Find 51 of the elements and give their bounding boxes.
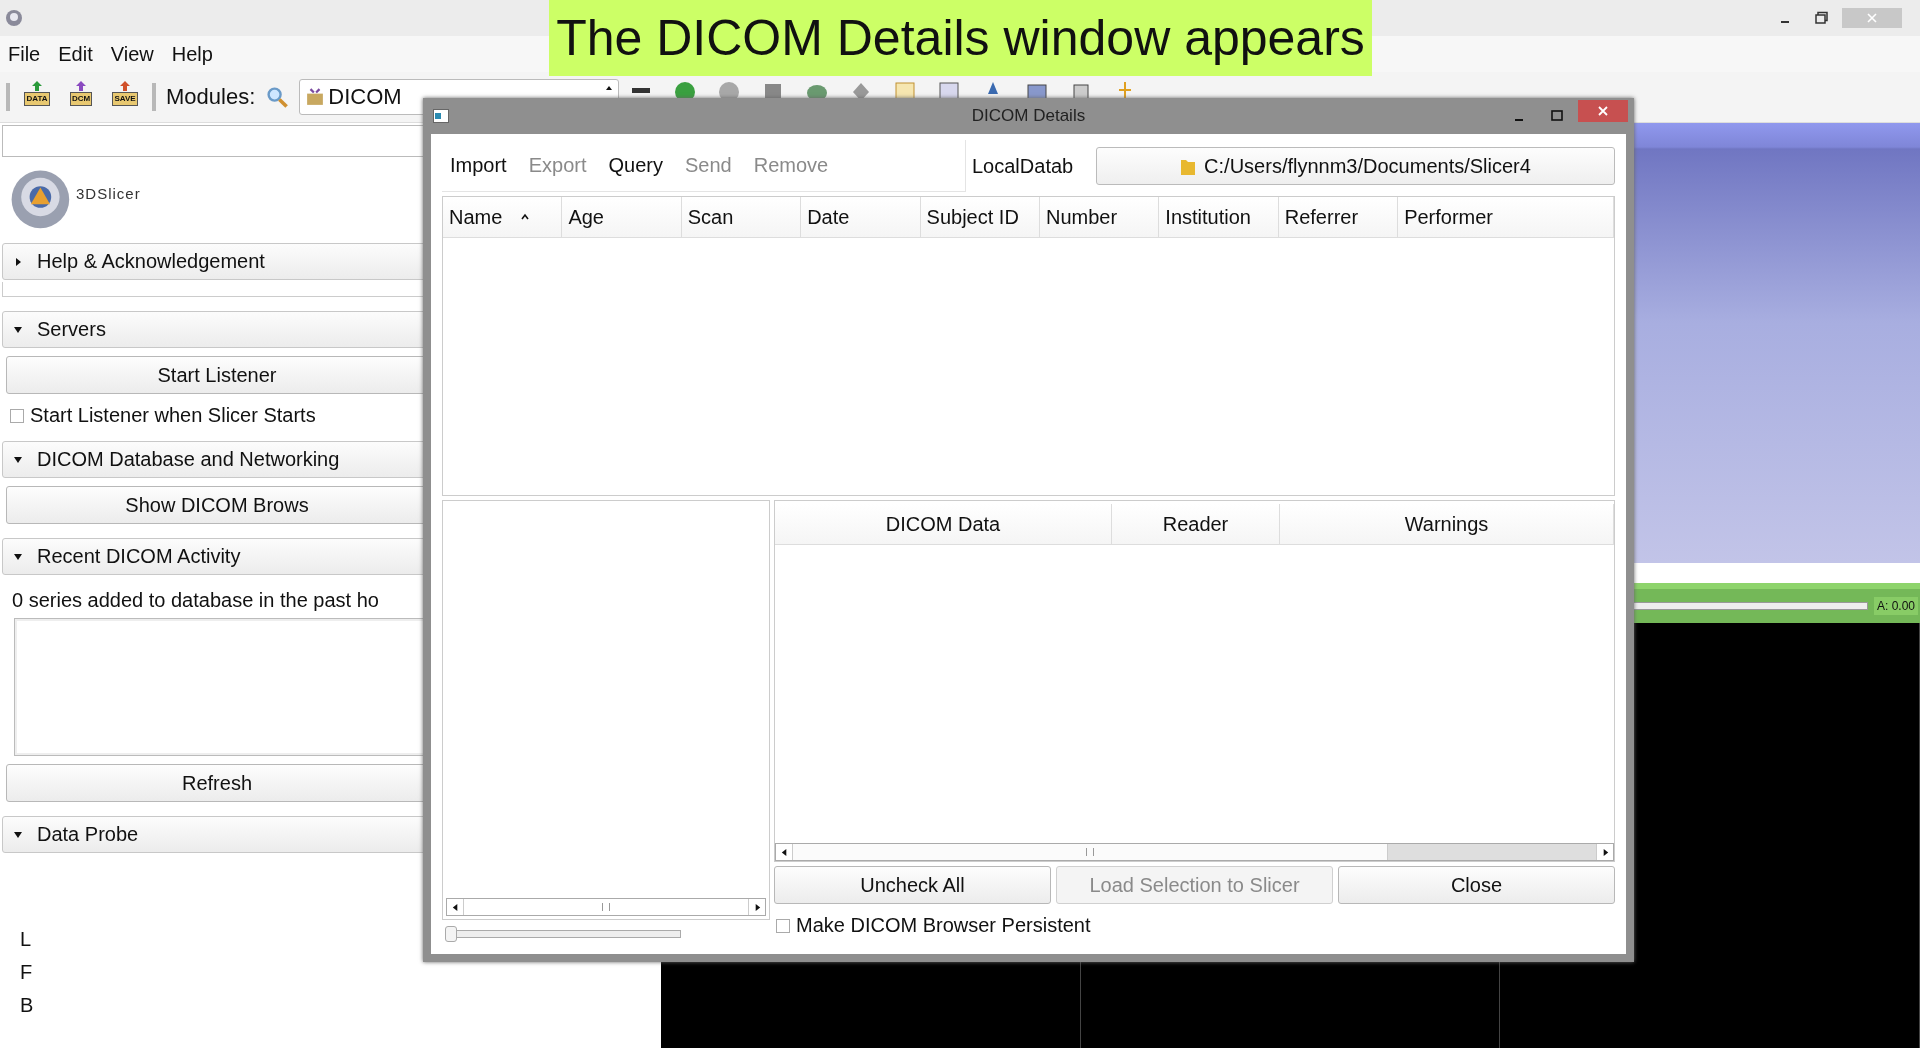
slider-thumb[interactable] xyxy=(445,926,457,942)
checkbox[interactable] xyxy=(10,408,24,423)
dialog-button[interactable]: Uncheck All xyxy=(774,866,1051,904)
column-header[interactable]: Age xyxy=(562,197,682,237)
menu-item[interactable]: View xyxy=(110,42,154,66)
scroll-left-icon[interactable] xyxy=(450,902,460,912)
menu-item[interactable]: Help xyxy=(171,42,213,66)
column-header[interactable]: Name xyxy=(443,197,563,237)
column-header[interactable]: Referrer xyxy=(1278,197,1399,237)
toolbar-button[interactable]: DCM xyxy=(64,80,98,114)
toolbar-action[interactable]: Import xyxy=(442,154,515,177)
orientation-label: F xyxy=(20,961,33,984)
column-header[interactable]: Performer xyxy=(1398,197,1614,237)
checkbox-label: Make DICOM Browser Persistent xyxy=(796,914,1091,937)
column-header[interactable]: Scan xyxy=(681,197,802,237)
modules-label: Modules: xyxy=(166,84,256,110)
sort-caret-icon xyxy=(520,212,531,222)
dialog-button[interactable]: Close xyxy=(1338,866,1615,904)
horizontal-scrollbar[interactable] xyxy=(446,898,766,916)
menu-item[interactable]: File xyxy=(8,42,41,66)
database-label: LocalDatab xyxy=(972,154,1075,178)
column-header[interactable]: Institution xyxy=(1159,197,1279,237)
column-header[interactable]: Number xyxy=(1039,197,1160,237)
checkbox[interactable] xyxy=(776,918,790,933)
horizontal-scrollbar[interactable] xyxy=(775,843,1614,861)
dialog-title: DICOM Details xyxy=(971,106,1086,126)
checkbox-label: Start Listener when Slicer Starts xyxy=(30,404,316,427)
search-icon[interactable] xyxy=(265,85,290,109)
toolbar-button[interactable]: SAVE xyxy=(108,80,142,114)
column-header[interactable]: Warnings xyxy=(1280,504,1614,544)
orientation-label: L xyxy=(20,928,32,951)
status-text: 0 series added to database in the past ho xyxy=(11,589,380,612)
column-header[interactable]: DICOM Data xyxy=(775,504,1112,544)
column-header[interactable]: Reader xyxy=(1112,504,1280,544)
scroll-left-icon[interactable] xyxy=(779,847,789,857)
caption: The DICOM Details window appears xyxy=(549,0,1372,76)
module-icon xyxy=(306,88,325,106)
grip-icon xyxy=(1086,848,1095,856)
column-header[interactable]: Date xyxy=(801,197,921,237)
database-directory-button[interactable]: C:/Users/flynnm3/Documents/Slicer4 xyxy=(1096,147,1615,185)
menu-item[interactable]: Edit xyxy=(58,42,93,66)
slice-offset-reading: A: 0.00 xyxy=(1873,597,1918,615)
logo-text: 3DSlicer xyxy=(76,185,141,202)
orientation-label: B xyxy=(20,994,34,1017)
window-icon xyxy=(433,109,449,123)
column-header[interactable]: Subject ID xyxy=(920,197,1040,237)
toolbar-action[interactable]: Query xyxy=(600,154,671,177)
app-logo-icon xyxy=(4,8,24,28)
toolbar-button[interactable]: DATA xyxy=(20,80,54,114)
grip-icon xyxy=(602,903,610,911)
close-button[interactable] xyxy=(1578,100,1628,122)
